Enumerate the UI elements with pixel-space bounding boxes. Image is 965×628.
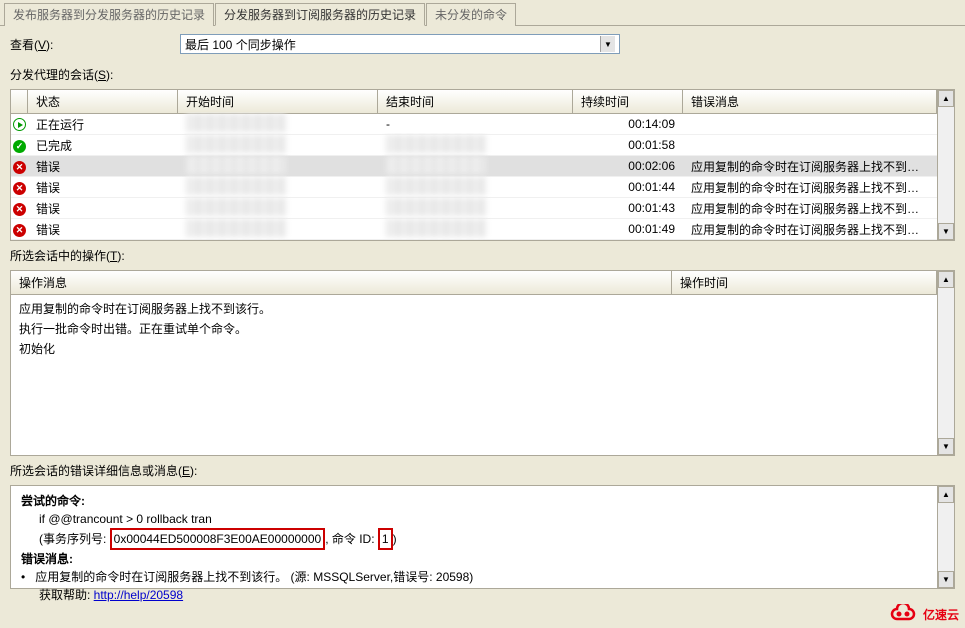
chevron-down-icon: ▼ [600, 36, 615, 52]
detail-panel: 尝试的命令: if @@trancount > 0 rollback tran … [10, 485, 955, 589]
duration-cell: 00:01:44 [573, 178, 683, 196]
scroll-up-icon[interactable]: ▲ [938, 271, 954, 288]
view-dropdown[interactable]: 最后 100 个同步操作 ▼ [180, 34, 620, 54]
error-bullet: • 应用复制的命令时在订阅服务器上找不到该行。 (源: MSSQLServer,… [21, 568, 927, 586]
duration-cell: 00:02:06 [573, 157, 683, 175]
state-cell: 错误 [28, 219, 178, 240]
ops-table: 操作消息 操作时间 应用复制的命令时在订阅服务器上找不到该行。执行一批命令时出错… [10, 270, 955, 456]
col-duration[interactable]: 持续时间 [573, 90, 683, 113]
scroll-down-icon[interactable]: ▼ [938, 571, 954, 588]
ops-label: 所选会话中的操作(T): [0, 243, 965, 268]
tab-undistributed[interactable]: 未分发的命令 [426, 3, 516, 26]
help-line: 获取帮助: http://help/20598 [21, 586, 927, 604]
scroll-down-icon[interactable]: ▼ [938, 438, 954, 455]
list-item[interactable]: 初始化 [19, 339, 929, 359]
list-item[interactable]: 应用复制的命令时在订阅服务器上找不到该行。 [19, 299, 929, 319]
tab-distributor-history[interactable]: 分发服务器到订阅服务器的历史记录 [215, 3, 425, 26]
col-start[interactable]: 开始时间 [178, 90, 378, 113]
detail-label: 所选会话的错误详细信息或消息(E): [0, 458, 965, 483]
col-op-msg[interactable]: 操作消息 [11, 271, 672, 294]
tab-bar: 发布服务器到分发服务器的历史记录 分发服务器到订阅服务器的历史记录 未分发的命令 [0, 0, 965, 26]
scroll-down-icon[interactable]: ▼ [938, 223, 954, 240]
logo: 亿速云 [889, 604, 959, 624]
scroll-track[interactable] [938, 503, 954, 571]
table-row[interactable]: 错误 00:01:49应用复制的命令时在订阅服务器上找不到… [11, 219, 937, 240]
state-cell: 错误 [28, 177, 178, 198]
sessions-body: 正在运行-00:14:09已完成00:01:58错误00:02:06应用复制的命… [11, 114, 937, 240]
col-end[interactable]: 结束时间 [378, 90, 573, 113]
error-icon [13, 203, 26, 216]
seq-value-highlight: 0x00044ED500008F3E00AE00000000 [110, 528, 326, 550]
col-state[interactable]: 状态 [28, 90, 178, 113]
duration-cell: 00:01:43 [573, 199, 683, 217]
view-label: 查看(V): [10, 36, 180, 53]
state-cell: 正在运行 [28, 114, 178, 135]
error-cell: 应用复制的命令时在订阅服务器上找不到… [683, 177, 937, 198]
error-title: 错误消息: [21, 550, 927, 568]
done-icon [13, 140, 26, 153]
cloud-icon [889, 604, 919, 624]
error-cell [683, 122, 937, 126]
error-cell: 应用复制的命令时在订阅服务器上找不到… [683, 219, 937, 240]
error-icon [13, 161, 26, 174]
logo-text: 亿速云 [923, 606, 959, 623]
sessions-label: 分发代理的会话(S): [0, 62, 965, 87]
duration-cell: 00:14:09 [573, 115, 683, 133]
cmd-line: if @@trancount > 0 rollback tran [21, 510, 927, 528]
state-cell: 错误 [28, 198, 178, 219]
tab-publisher-history[interactable]: 发布服务器到分发服务器的历史记录 [4, 3, 214, 26]
col-error[interactable]: 错误消息 [683, 90, 937, 113]
scroll-up-icon[interactable]: ▲ [938, 486, 954, 503]
error-cell: 应用复制的命令时在订阅服务器上找不到… [683, 198, 937, 219]
scroll-track[interactable] [938, 107, 954, 223]
state-cell: 错误 [28, 156, 178, 177]
sessions-table: 状态 开始时间 结束时间 持续时间 错误消息 正在运行 -00:14:09 已完成 0… [10, 89, 955, 241]
duration-cell: 00:01:49 [573, 220, 683, 238]
scroll-up-icon[interactable]: ▲ [938, 90, 954, 107]
detail-body: 尝试的命令: if @@trancount > 0 rollback tran … [11, 486, 937, 588]
duration-cell: 00:01:58 [573, 136, 683, 154]
list-item[interactable]: 执行一批命令时出错。正在重试单个命令。 [19, 319, 929, 339]
ops-header: 操作消息 操作时间 [11, 271, 937, 295]
scrollbar[interactable]: ▲ ▼ [937, 486, 954, 588]
state-cell: 已完成 [28, 135, 178, 156]
view-selected-value: 最后 100 个同步操作 [185, 36, 296, 53]
error-cell: 应用复制的命令时在订阅服务器上找不到… [683, 156, 937, 177]
error-icon [13, 182, 26, 195]
error-icon [13, 224, 26, 237]
ops-body: 应用复制的命令时在订阅服务器上找不到该行。执行一批命令时出错。正在重试单个命令。… [11, 295, 937, 363]
seq-line: (事务序列号: 0x00044ED500008F3E00AE00000000, … [21, 528, 927, 550]
attempt-title: 尝试的命令: [21, 492, 927, 510]
scrollbar[interactable]: ▲ ▼ [937, 90, 954, 240]
cmd-id-highlight: 1 [378, 528, 393, 550]
sessions-header: 状态 开始时间 结束时间 持续时间 错误消息 [11, 90, 937, 114]
help-link[interactable]: http://help/20598 [94, 588, 183, 602]
running-icon [13, 118, 26, 131]
end-cell [378, 217, 573, 241]
scroll-track[interactable] [938, 288, 954, 438]
end-cell: - [378, 115, 573, 133]
error-cell [683, 143, 937, 147]
scrollbar[interactable]: ▲ ▼ [937, 271, 954, 455]
view-row: 查看(V): 最后 100 个同步操作 ▼ [0, 26, 965, 62]
start-cell [178, 217, 378, 241]
col-op-time[interactable]: 操作时间 [672, 271, 937, 294]
